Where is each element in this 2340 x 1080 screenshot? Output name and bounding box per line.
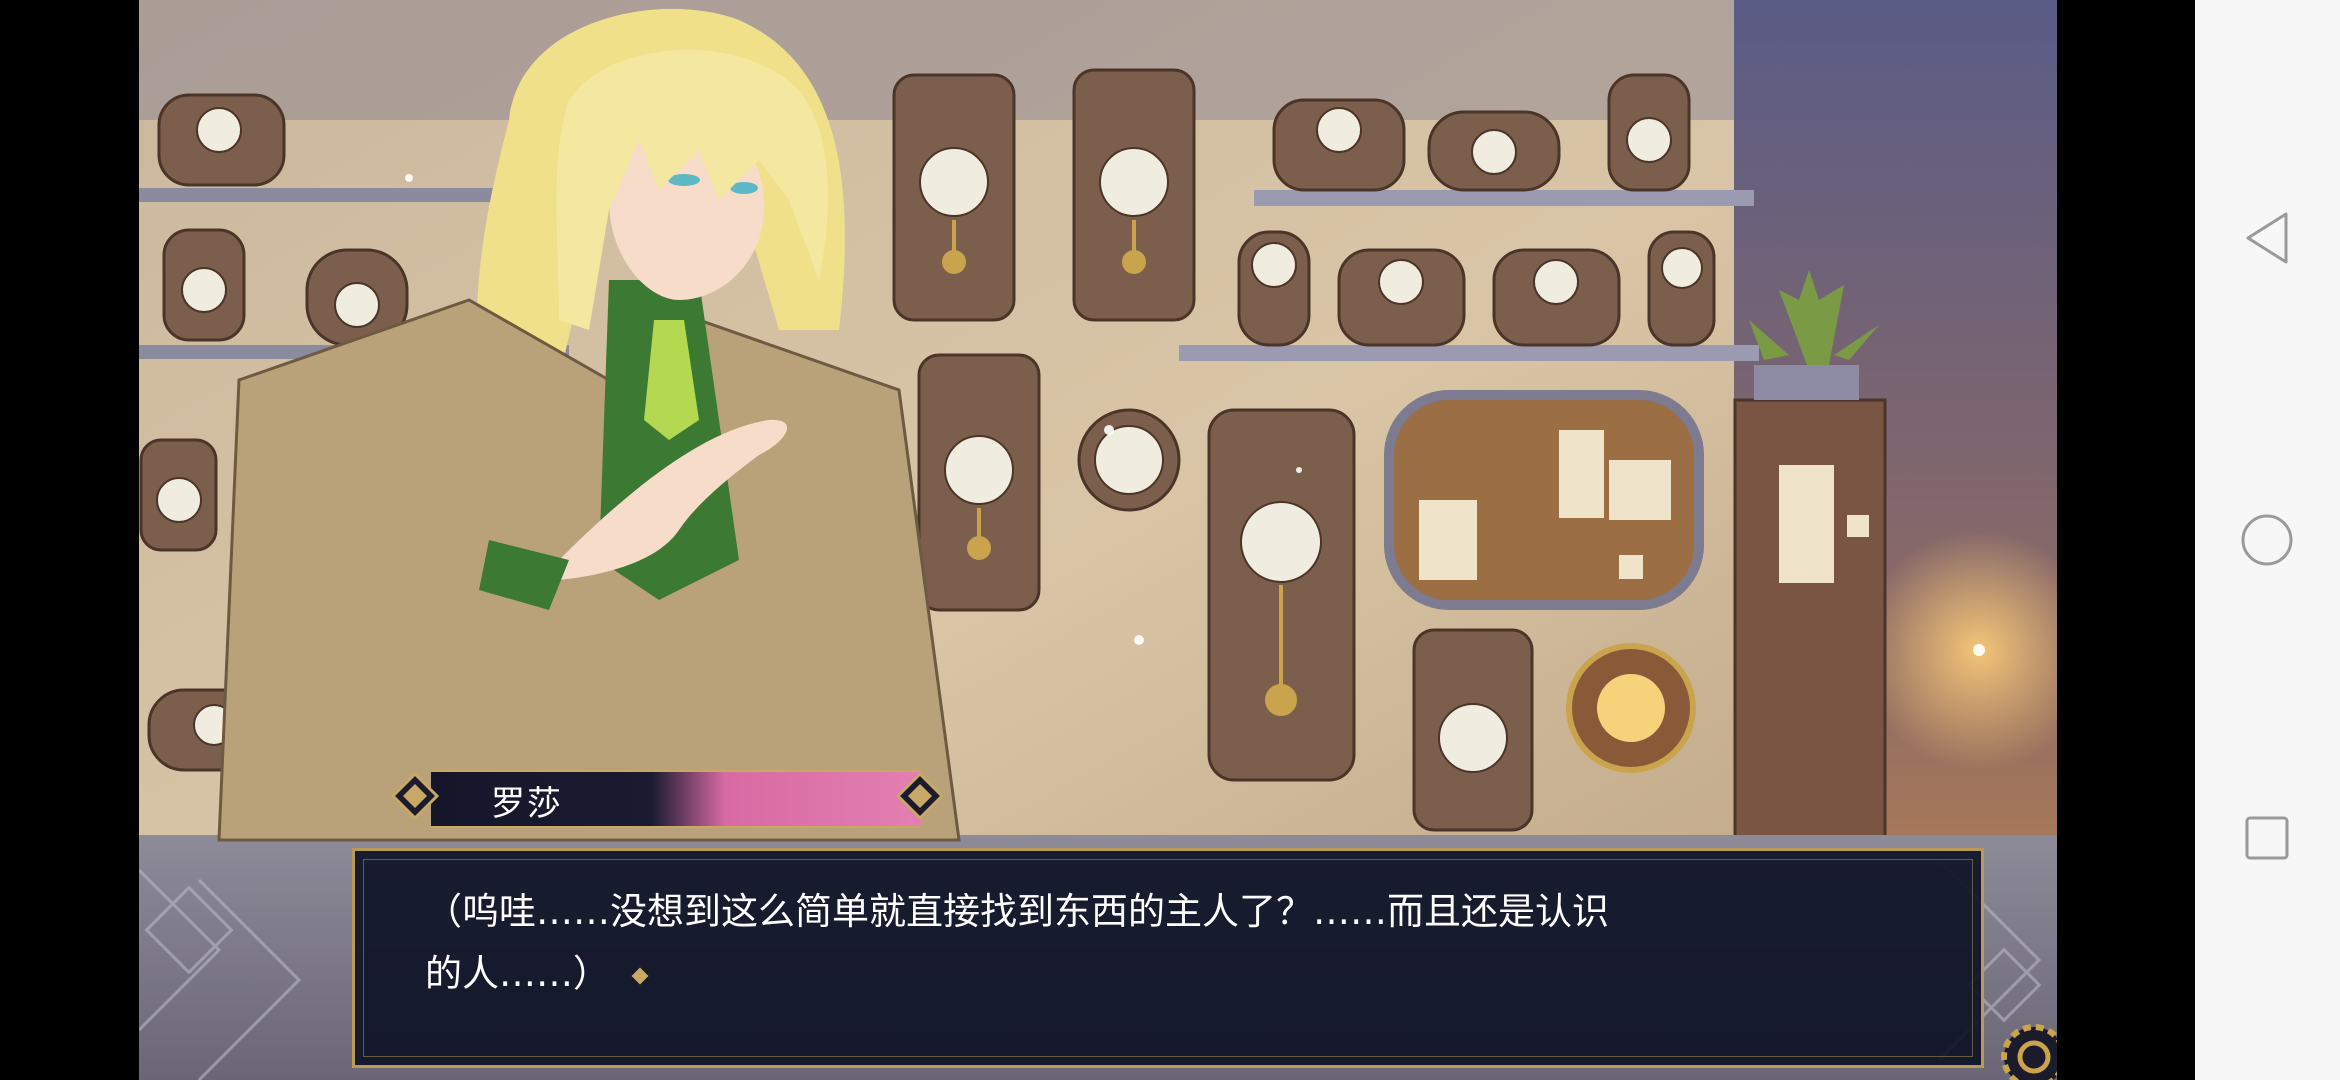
letterbox-right (2057, 0, 2195, 1080)
dialogue-line-2-row: 的人……） (425, 943, 1845, 1005)
system-navigation-bar (2195, 0, 2340, 1080)
triangle-back-icon (2246, 212, 2288, 264)
nav-home-button[interactable] (2237, 510, 2297, 570)
nameplate-right-ornament-icon (896, 772, 944, 820)
diamond-advance-icon (631, 967, 649, 984)
game-viewport[interactable]: 罗莎 （呜哇……没想到这么简单就直接找到东西的主人了？……而且还是认识 的人……… (139, 0, 2057, 1080)
gear-icon[interactable] (1999, 1022, 2057, 1080)
circle-home-icon (2241, 514, 2293, 566)
nav-recents-button[interactable] (2237, 808, 2297, 868)
letterbox-left (0, 0, 139, 1080)
speaker-nameplate: 罗莎 (391, 764, 961, 830)
nav-back-button[interactable] (2237, 208, 2297, 268)
dialogue-text: （呜哇……没想到这么简单就直接找到东西的主人了？……而且还是认识 的人……） (425, 881, 1845, 1005)
dialogue-line-1: （呜哇……没想到这么简单就直接找到东西的主人了？……而且还是认识 (425, 890, 1609, 933)
screen: 罗莎 （呜哇……没想到这么简单就直接找到东西的主人了？……而且还是认识 的人……… (0, 0, 2340, 1080)
speaker-name: 罗莎 (491, 784, 563, 824)
square-recents-icon (2245, 816, 2289, 860)
dialogue-line-2: 的人……） (425, 952, 610, 995)
dialogue-box[interactable]: （呜哇……没想到这么简单就直接找到东西的主人了？……而且还是认识 的人……） (352, 848, 1984, 1068)
nameplate-left-ornament-icon (391, 772, 439, 820)
